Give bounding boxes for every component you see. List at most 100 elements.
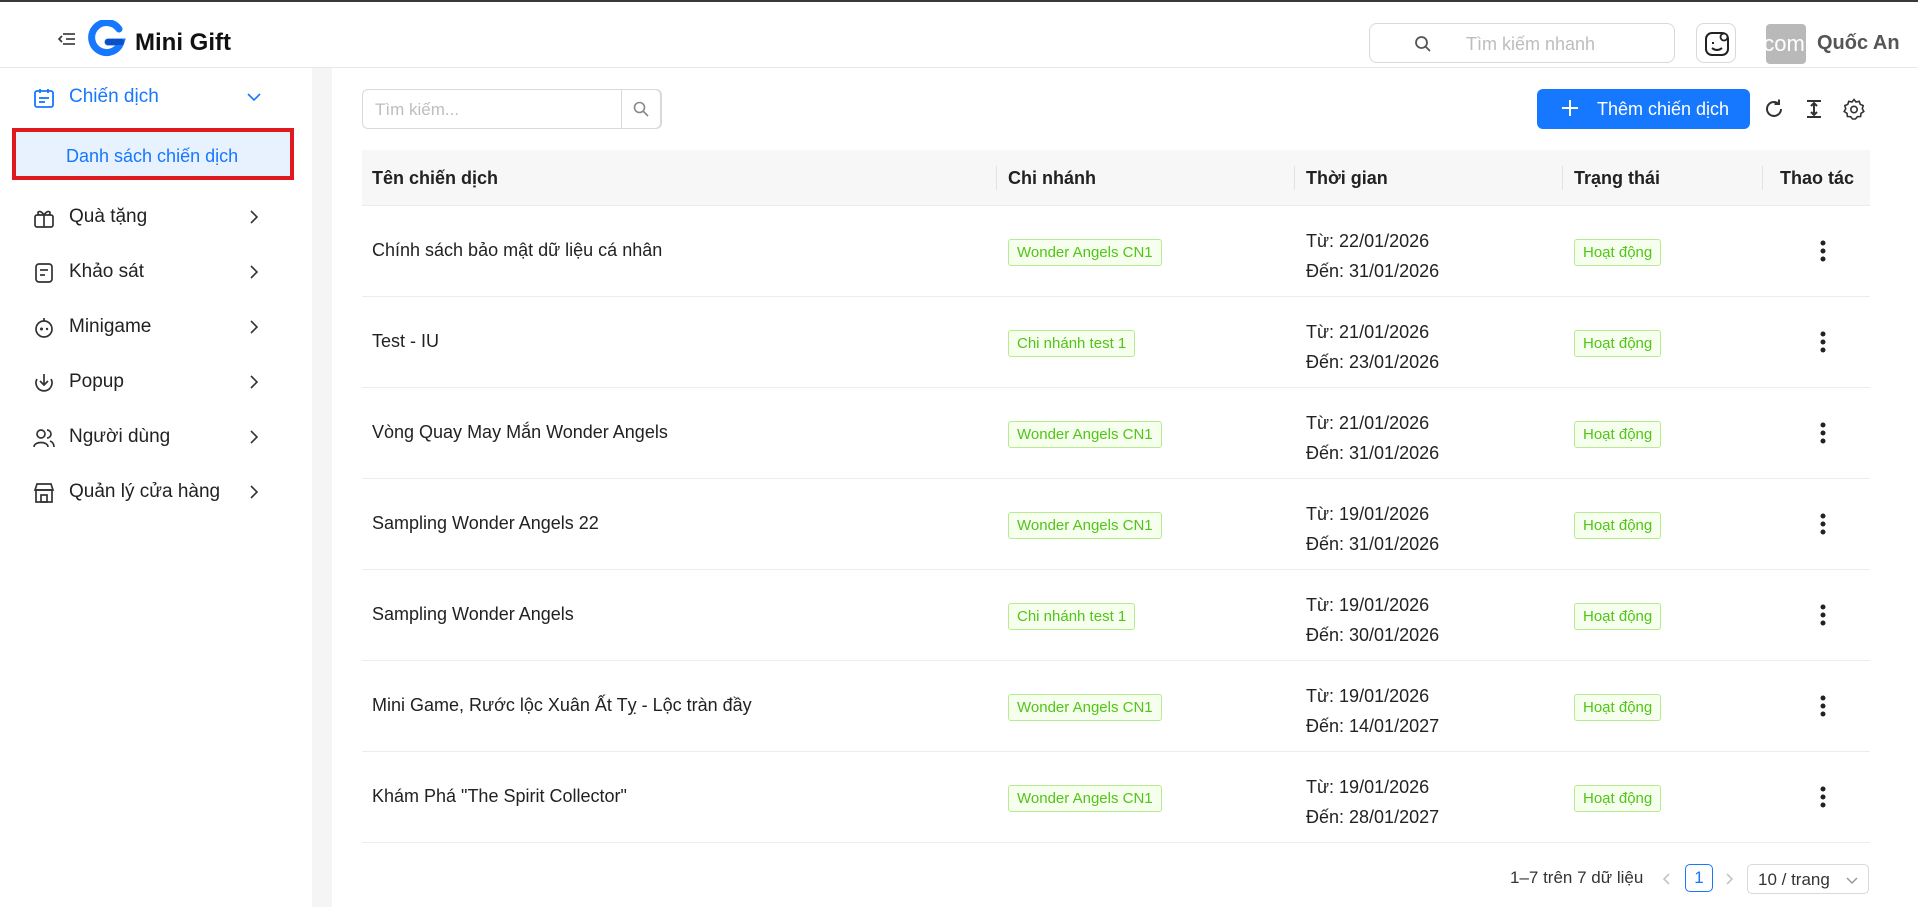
gift-icon xyxy=(34,210,54,228)
campaign-name: Sampling Wonder Angels xyxy=(372,604,574,624)
search-icon xyxy=(633,101,649,117)
settings-gear-icon[interactable] xyxy=(1843,98,1865,120)
campaign-period: Từ: 19/01/2026 Đến: 14/01/2027 xyxy=(1306,681,1439,741)
branch-tag: Chi nhánh test 1 xyxy=(1008,330,1136,357)
column-header-name[interactable]: Tên chiến dịch xyxy=(372,168,498,189)
column-divider xyxy=(1294,166,1295,190)
campaign-name: Mini Game, Rước lộc Xuân Ất Tỵ - Lộc trà… xyxy=(372,695,752,715)
column-height-icon[interactable] xyxy=(1803,98,1825,120)
campaign-period: Từ: 21/01/2026 Đến: 23/01/2026 xyxy=(1306,317,1439,377)
start-date: Từ: 19/01/2026 xyxy=(1306,777,1430,797)
campaign-search-input[interactable] xyxy=(375,98,615,122)
sidebar-item-label: Minigame xyxy=(69,316,152,337)
survey-icon xyxy=(35,263,53,283)
more-vertical-icon[interactable] xyxy=(1808,600,1838,630)
more-vertical-icon[interactable] xyxy=(1808,509,1838,539)
quick-search-field[interactable] xyxy=(1369,23,1675,63)
app-name: Mini Gift xyxy=(135,29,231,56)
end-date: Đến: 31/01/2026 xyxy=(1306,261,1440,281)
table-row[interactable]: Chính sách bảo mật dữ liệu cá nhân Wonde… xyxy=(362,206,1870,297)
status-badge: Hoạt động xyxy=(1574,239,1662,266)
page-size-value: 10 / trang xyxy=(1758,870,1830,889)
quick-search-input[interactable] xyxy=(1466,32,1656,56)
status-badge: Hoạt động xyxy=(1574,330,1662,357)
column-header-time[interactable]: Thời gian xyxy=(1306,168,1388,189)
end-date: Đến: 14/01/2027 xyxy=(1306,716,1440,736)
column-divider xyxy=(1762,166,1763,190)
start-date: Từ: 19/01/2026 xyxy=(1306,686,1430,706)
page-size-select[interactable]: 10 / trang xyxy=(1747,864,1869,894)
top-header: Mini Gift com Quốc An xyxy=(0,2,1918,68)
store-icon xyxy=(33,483,55,503)
pagination-page-current[interactable]: 1 xyxy=(1685,864,1713,892)
start-date: Từ: 21/01/2026 xyxy=(1306,322,1430,342)
column-divider xyxy=(1562,166,1563,190)
add-campaign-label: Thêm chiến dịch xyxy=(1597,99,1730,119)
status-badge: Hoạt động xyxy=(1574,512,1662,539)
sidebar-item-nguoi-dung[interactable]: Người dùng xyxy=(0,413,312,461)
chevron-left-icon[interactable] xyxy=(1660,872,1674,886)
sidebar-item-popup[interactable]: Popup xyxy=(0,358,312,406)
sidebar-item-chien-dich[interactable]: Chiến dịch xyxy=(0,73,312,121)
column-header-status[interactable]: Trạng thái xyxy=(1574,168,1660,189)
sidebar-item-label: Người dùng xyxy=(69,426,171,447)
chevron-down-icon xyxy=(247,93,261,102)
avatar[interactable]: com xyxy=(1766,24,1806,64)
table-row[interactable]: Sampling Wonder Angels Chi nhánh test 1 … xyxy=(362,570,1870,661)
sidebar-item-minigame[interactable]: Minigame xyxy=(0,303,312,351)
chevron-down-icon xyxy=(1846,877,1858,885)
start-date: Từ: 22/01/2026 xyxy=(1306,231,1430,251)
more-vertical-icon[interactable] xyxy=(1808,236,1838,266)
campaign-search[interactable] xyxy=(362,89,662,129)
campaign-name: Sampling Wonder Angels 22 xyxy=(372,513,599,533)
column-header-branch[interactable]: Chi nhánh xyxy=(1008,168,1096,189)
table-header: Tên chiến dịch Chi nhánh Thời gian Trạng… xyxy=(362,150,1870,206)
sidebar-item-qua-tang[interactable]: Quà tặng xyxy=(0,193,312,241)
reload-icon[interactable] xyxy=(1763,98,1785,120)
menu-collapse-icon[interactable] xyxy=(58,32,76,46)
chevron-right-icon xyxy=(250,210,259,224)
user-name[interactable]: Quốc An xyxy=(1817,32,1900,55)
end-date: Đến: 31/01/2026 xyxy=(1306,534,1440,554)
sidebar-item-label: Khảo sát xyxy=(69,261,144,282)
pagination-info: 1–7 trên 7 dữ liệu xyxy=(1510,868,1644,887)
campaign-name: Test - IU xyxy=(372,331,440,351)
campaign-period: Từ: 19/01/2026 Đến: 31/01/2026 xyxy=(1306,499,1439,559)
campaign-period: Từ: 21/01/2026 Đến: 31/01/2026 xyxy=(1306,408,1439,468)
search-button[interactable] xyxy=(621,89,661,129)
start-date: Từ: 19/01/2026 xyxy=(1306,504,1430,524)
sidebar-subitem-campaign-list[interactable]: Danh sách chiến dịch xyxy=(12,128,294,180)
chevron-right-icon xyxy=(250,485,259,499)
sidebar-item-quan-ly-cua-hang[interactable]: Quản lý cửa hàng xyxy=(0,468,312,516)
branch-tag: Wonder Angels CN1 xyxy=(1008,694,1162,721)
campaign-period: Từ: 22/01/2026 Đến: 31/01/2026 xyxy=(1306,226,1439,286)
branch-tag: Wonder Angels CN1 xyxy=(1008,785,1162,812)
game-icon xyxy=(35,318,53,338)
chevron-right-icon xyxy=(250,375,259,389)
plus-icon xyxy=(1562,100,1578,116)
chevron-right-icon[interactable] xyxy=(1722,872,1736,886)
table-row[interactable]: Sampling Wonder Angels 22 Wonder Angels … xyxy=(362,479,1870,570)
more-vertical-icon[interactable] xyxy=(1808,418,1838,448)
sidebar: Chiến dịch Danh sách chiến dịch Quà tặng… xyxy=(0,68,312,907)
chevron-right-icon xyxy=(250,320,259,334)
more-vertical-icon[interactable] xyxy=(1808,327,1838,357)
campaign-name: Khám Phá "The Spirit Collector" xyxy=(372,786,627,806)
sidebar-item-label: Quản lý cửa hàng xyxy=(69,481,221,502)
table-row[interactable]: Vòng Quay May Mắn Wonder Angels Wonder A… xyxy=(362,388,1870,479)
table-row[interactable]: Khám Phá "The Spirit Collector" Wonder A… xyxy=(362,752,1870,843)
more-vertical-icon[interactable] xyxy=(1808,691,1838,721)
add-campaign-button[interactable]: Thêm chiến dịch xyxy=(1537,89,1750,129)
end-date: Đến: 23/01/2026 xyxy=(1306,352,1440,372)
sidebar-item-khao-sat[interactable]: Khảo sát xyxy=(0,248,312,296)
more-vertical-icon[interactable] xyxy=(1808,782,1838,812)
popup-icon xyxy=(35,374,53,392)
table-row[interactable]: Mini Game, Rước lộc Xuân Ất Tỵ - Lộc trà… xyxy=(362,661,1870,752)
sidebar-item-label: Chiến dịch xyxy=(69,86,159,107)
table-row[interactable]: Test - IU Chi nhánh test 1 Từ: 21/01/202… xyxy=(362,297,1870,388)
users-icon xyxy=(33,429,55,448)
calendar-icon xyxy=(34,89,54,108)
notification-button[interactable] xyxy=(1696,23,1736,63)
chevron-right-icon xyxy=(250,430,259,444)
chevron-right-icon xyxy=(250,265,259,279)
